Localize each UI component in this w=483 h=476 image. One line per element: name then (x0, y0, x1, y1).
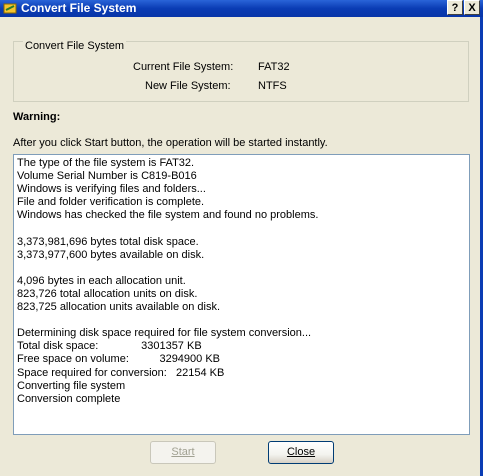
log-line: File and folder verification is complete… (17, 196, 205, 209)
conversion-log[interactable]: The type of the file system is FAT32. Vol… (13, 154, 470, 435)
log-line: Volume Serial Number is C819-B016 (17, 170, 197, 183)
log-line: Total disk space: 3301357 KB (17, 340, 202, 353)
groupbox-title: Convert File System (23, 39, 127, 53)
log-line: Windows has checked the file system and … (17, 209, 319, 222)
app-icon (3, 3, 17, 14)
help-button[interactable]: ? (447, 0, 463, 15)
warning-text: After you click Start button, the operat… (13, 137, 328, 149)
new-fs-value: NTFS (258, 80, 287, 92)
current-fs-label: Current File System: (133, 61, 234, 73)
current-fs-value: FAT32 (258, 61, 290, 73)
window-close-button[interactable]: X (464, 0, 480, 15)
start-button[interactable]: Start (150, 441, 216, 464)
warning-title: Warning: (13, 111, 61, 123)
log-line: Converting file system (17, 379, 126, 392)
log-line: Determining disk space required for file… (17, 327, 312, 340)
log-line: 3,373,977,600 bytes available on disk. (17, 248, 205, 261)
log-line: 3,373,981,696 bytes total disk space. (17, 235, 199, 248)
log-line: The type of the file system is FAT32. (17, 157, 195, 169)
log-line: 4,096 bytes in each allocation unit. (17, 274, 186, 287)
log-line: 823,726 total allocation units on disk. (17, 287, 198, 300)
log-line: Windows is verifying files and folders..… (17, 183, 206, 196)
window-title: Convert File System (21, 1, 137, 15)
close-button[interactable]: Close (268, 441, 334, 464)
title-bar[interactable]: Convert File System ? X (0, 0, 483, 17)
log-line: Space required for conversion: 22154 KB (17, 366, 225, 379)
log-line: Free space on volume: 3294900 KB (17, 353, 221, 366)
log-line: Conversion complete (17, 392, 121, 405)
new-fs-label: New File System: (145, 80, 231, 92)
log-line: 823,725 allocation units available on di… (17, 301, 221, 314)
